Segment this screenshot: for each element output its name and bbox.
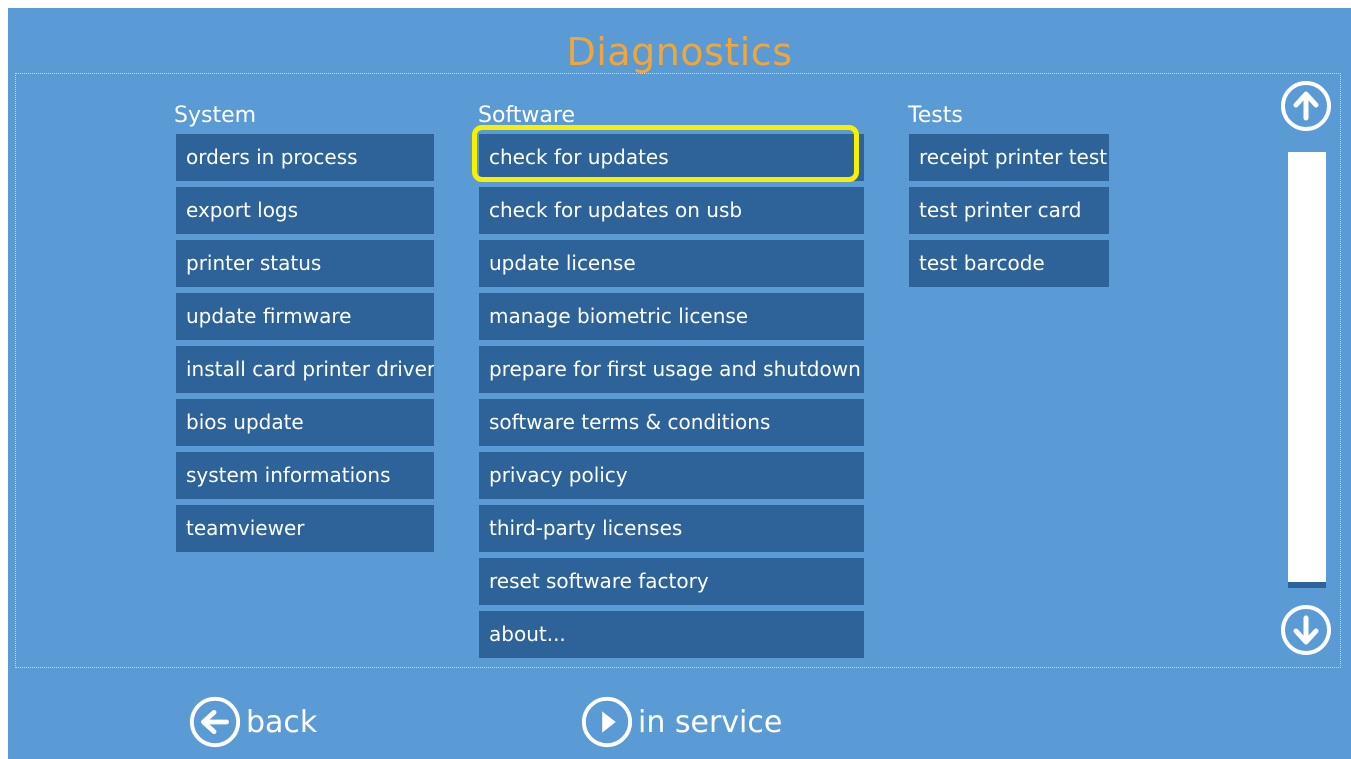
column-heading-system: System <box>174 103 257 128</box>
system-item-printer-status[interactable]: printer status <box>176 240 434 287</box>
software-item-terms-conditions[interactable]: software terms & conditions <box>479 399 864 446</box>
play-circle-icon <box>581 696 633 748</box>
software-item-about[interactable]: about... <box>479 611 864 658</box>
column-heading-software: Software <box>478 103 575 128</box>
software-item-privacy-policy[interactable]: privacy policy <box>479 452 864 499</box>
arrow-left-circle-icon <box>189 696 241 748</box>
in-service-label: in service <box>638 704 783 740</box>
back-label: back <box>246 704 318 740</box>
tests-item-test-printer-card[interactable]: test printer card <box>909 187 1109 234</box>
tests-item-test-barcode[interactable]: test barcode <box>909 240 1109 287</box>
software-item-check-for-updates[interactable]: check for updates <box>479 134 864 181</box>
software-item-prepare-first-usage-shutdown[interactable]: prepare for first usage and shutdown <box>479 346 864 393</box>
scroll-down-button[interactable] <box>1280 604 1332 656</box>
software-item-reset-software-factory[interactable]: reset software factory <box>479 558 864 605</box>
in-service-button[interactable]: in service <box>580 694 782 750</box>
system-item-install-card-printer-driver[interactable]: install card printer driver <box>176 346 434 393</box>
software-item-check-for-updates-on-usb[interactable]: check for updates on usb <box>479 187 864 234</box>
column-heading-tests: Tests <box>908 103 963 128</box>
page-title: Diagnostics <box>566 30 793 74</box>
system-item-orders-in-process[interactable]: orders in process <box>176 134 434 181</box>
system-item-bios-update[interactable]: bios update <box>176 399 434 446</box>
arrow-down-circle-icon <box>1281 605 1331 655</box>
system-item-update-firmware[interactable]: update firmware <box>176 293 434 340</box>
system-item-system-informations[interactable]: system informations <box>176 452 434 499</box>
software-item-third-party-licenses[interactable]: third-party licenses <box>479 505 864 552</box>
software-item-update-license[interactable]: update license <box>479 240 864 287</box>
system-item-export-logs[interactable]: export logs <box>176 187 434 234</box>
scrollbar-thumb[interactable] <box>1288 582 1326 588</box>
scroll-up-button[interactable] <box>1280 80 1332 132</box>
software-item-manage-biometric-license[interactable]: manage biometric license <box>479 293 864 340</box>
scrollbar-track[interactable] <box>1288 152 1326 588</box>
system-item-teamviewer[interactable]: teamviewer <box>176 505 434 552</box>
tests-item-receipt-printer-test[interactable]: receipt printer test <box>909 134 1109 181</box>
back-button[interactable]: back <box>188 694 317 750</box>
arrow-up-circle-icon <box>1281 81 1331 131</box>
diagnostics-screen: Diagnostics System Software Tests orders… <box>8 8 1351 759</box>
